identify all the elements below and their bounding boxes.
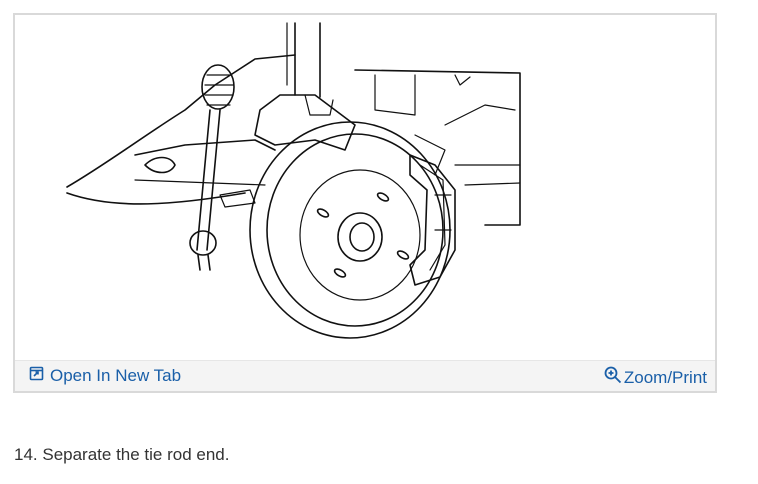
figure-toolbar: Open In New Tab Zoom/Print (15, 360, 715, 391)
open-in-new-tab-icon (29, 366, 44, 386)
brake-rotor (249, 121, 451, 339)
body-panel (66, 54, 296, 188)
open-in-new-tab-label: Open In New Tab (50, 366, 182, 385)
zoom-in-icon (604, 366, 622, 389)
figure-frame: Open In New Tab Zoom/Print (13, 13, 717, 393)
tie-rod (189, 64, 256, 271)
brake-rotor-illustration (15, 15, 715, 360)
subframe (354, 69, 521, 226)
open-in-new-tab-link[interactable]: Open In New Tab (29, 366, 181, 386)
zoom-print-link[interactable]: Zoom/Print (604, 366, 707, 389)
strut-tube (294, 22, 321, 98)
step-instruction: 14. Separate the tie rod end. (14, 445, 230, 464)
zoom-print-label: Zoom/Print (623, 367, 707, 387)
